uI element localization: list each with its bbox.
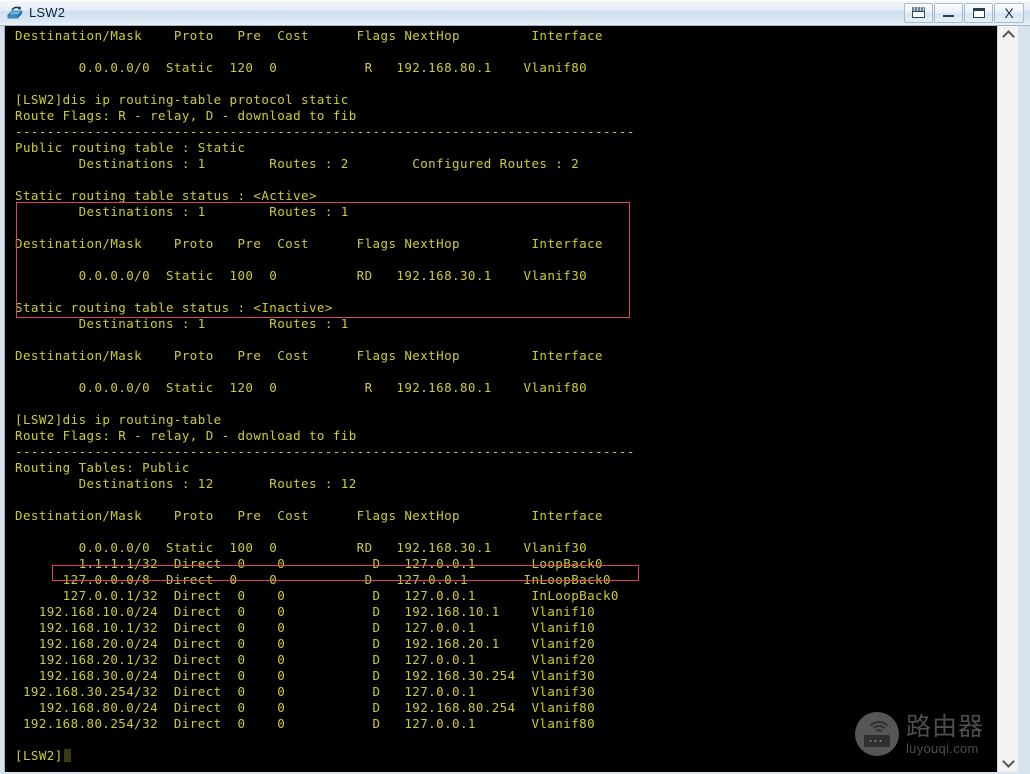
close-button[interactable]: X bbox=[994, 2, 1024, 23]
restore-icon bbox=[912, 7, 925, 18]
terminal-output-area[interactable]: Destination/Mask Proto Pre Cost Flags Ne… bbox=[5, 26, 997, 772]
chevron-up-glyph bbox=[1001, 30, 1015, 43]
window-controls: X bbox=[903, 2, 1024, 23]
terminal-frame: Destination/Mask Proto Pre Cost Flags Ne… bbox=[4, 26, 1018, 772]
window-titlebar: LSW2 X bbox=[0, 0, 1030, 26]
scroll-down-arrow-icon[interactable] bbox=[998, 754, 1018, 772]
minimize-button[interactable] bbox=[934, 2, 963, 23]
application-window: LSW2 X Destination/Mask Proto Pre Cost F… bbox=[0, 0, 1030, 774]
scroll-up-arrow-icon[interactable] bbox=[998, 26, 1018, 44]
vertical-scrollbar[interactable] bbox=[997, 26, 1018, 772]
terminal-cursor bbox=[63, 749, 71, 762]
switch-device-icon bbox=[5, 4, 25, 22]
minimize-icon bbox=[943, 14, 954, 17]
maximize-button[interactable] bbox=[964, 2, 993, 23]
terminal-text: Destination/Mask Proto Pre Cost Flags Ne… bbox=[15, 28, 635, 763]
close-icon: X bbox=[1004, 4, 1014, 21]
restore-button[interactable] bbox=[904, 2, 933, 23]
window-body: Destination/Mask Proto Pre Cost Flags Ne… bbox=[0, 26, 1030, 774]
maximize-icon bbox=[972, 7, 985, 18]
chevron-down-glyph bbox=[1001, 755, 1015, 768]
window-title: LSW2 bbox=[29, 5, 66, 20]
